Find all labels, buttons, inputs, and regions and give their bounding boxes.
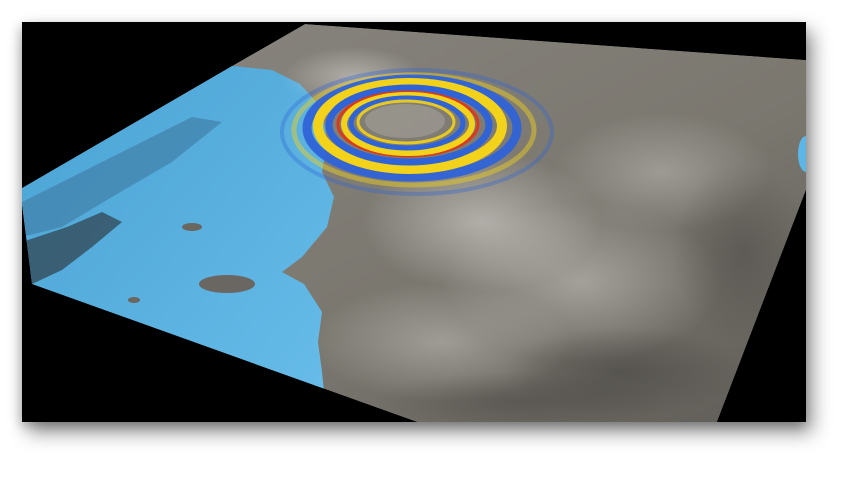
tiny-island <box>182 223 202 231</box>
terrain-visualization <box>22 22 806 422</box>
small-island <box>199 275 255 293</box>
tiny-island-2 <box>128 297 140 303</box>
image-frame <box>22 22 806 422</box>
